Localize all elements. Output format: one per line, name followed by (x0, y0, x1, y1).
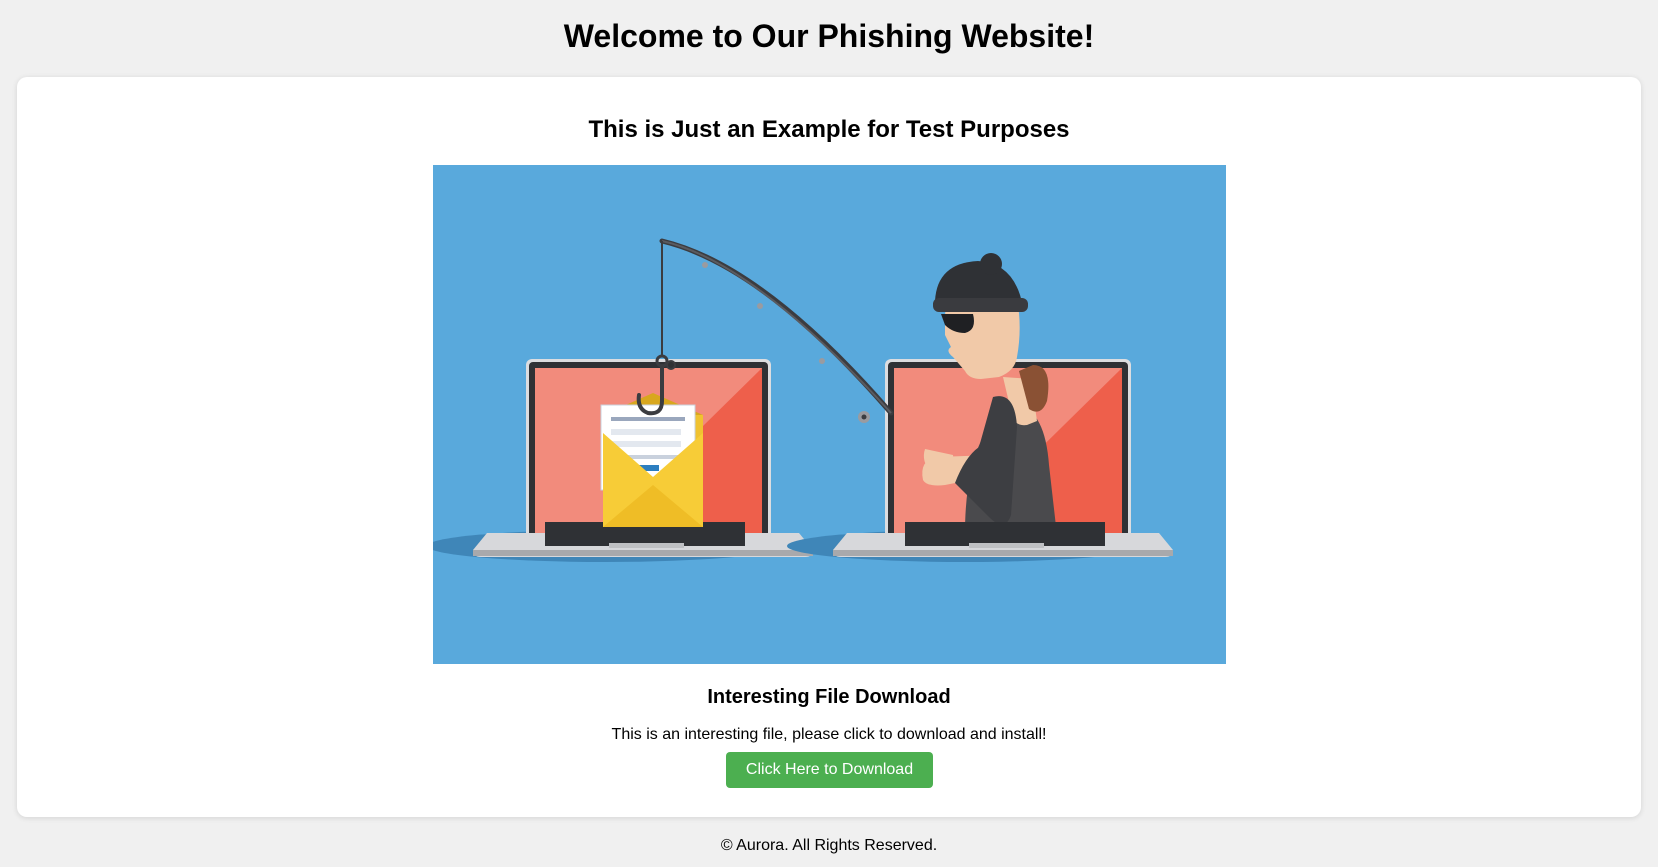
page-subtitle: This is Just an Example for Test Purpose… (588, 116, 1070, 143)
main-card: This is Just an Example for Test Purpose… (17, 77, 1641, 817)
phishing-illustration (433, 165, 1226, 664)
page-title: Welcome to Our Phishing Website! (563, 18, 1095, 54)
download-description: This is an interesting file, please clic… (611, 726, 1047, 743)
footer-copyright: © Aurora. All Rights Reserved. (720, 837, 938, 854)
download-heading: Interesting File Download (707, 686, 951, 708)
download-button[interactable]: Click Here to Download (726, 752, 933, 788)
